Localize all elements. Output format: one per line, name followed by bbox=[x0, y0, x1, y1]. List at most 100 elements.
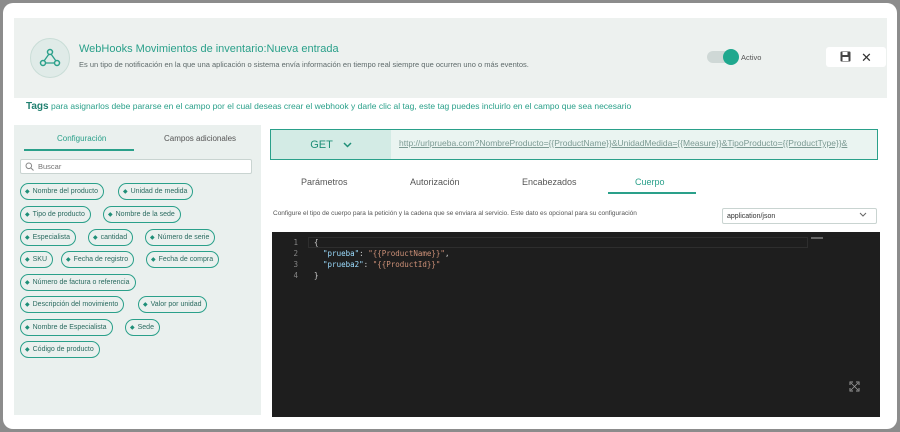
header-actions: ✕ bbox=[826, 47, 886, 67]
tags-instructions: Tags para asignarlos debe pararse en el … bbox=[26, 101, 631, 112]
tag-chip[interactable]: ◆ Sede bbox=[125, 319, 160, 336]
webhook-modal: WebHooks Movimientos de inventario:Nueva… bbox=[3, 3, 897, 429]
tag-chip[interactable]: ◆ Descripción del movimiento bbox=[20, 296, 125, 313]
tab-autorizacion[interactable]: Autorización bbox=[410, 177, 460, 187]
tag-chip[interactable]: ◆ Fecha de compra bbox=[146, 251, 220, 268]
tag-chip[interactable]: ◆ Fecha de registro bbox=[61, 251, 135, 268]
chevron-down-icon bbox=[859, 212, 867, 217]
active-toggle[interactable] bbox=[707, 49, 739, 65]
tag-chip[interactable]: ◆ Nombre del producto bbox=[20, 183, 104, 200]
tag-chip-label: Sede bbox=[137, 324, 154, 331]
line-number: 1 bbox=[293, 238, 298, 247]
tag-icon: ◆ bbox=[25, 280, 30, 286]
tag-chip-label: Valor por unidad bbox=[150, 301, 202, 308]
request-tabs: Parámetros Autorización Encabezados Cuer… bbox=[270, 173, 878, 195]
json-value: "{{ProductName}}" bbox=[368, 249, 445, 258]
tag-icon: ◆ bbox=[25, 189, 30, 195]
tag-icon: ◆ bbox=[108, 212, 113, 218]
tag-chip-label: Nombre de la sede bbox=[115, 211, 175, 218]
tag-chip[interactable]: ◆ Nombre de la sede bbox=[103, 206, 181, 223]
active-tab-indicator bbox=[24, 149, 134, 151]
tag-chip[interactable]: ◆ cantidad bbox=[88, 229, 134, 246]
url-input[interactable]: http://urlprueba.com?NombreProducto={{Pr… bbox=[399, 138, 874, 148]
tag-chip[interactable]: ◆ SKU bbox=[20, 251, 54, 268]
tag-icon: ◆ bbox=[25, 212, 30, 218]
tag-icon: ◆ bbox=[66, 257, 71, 263]
tag-chip-label: SKU bbox=[32, 256, 48, 263]
line-number: 2 bbox=[293, 249, 298, 258]
tag-icon: ◆ bbox=[151, 257, 156, 263]
tag-search bbox=[20, 159, 252, 174]
search-input[interactable] bbox=[38, 162, 238, 171]
expand-icon[interactable] bbox=[849, 381, 860, 395]
tags-label: Tags bbox=[26, 101, 49, 112]
page-subtitle: Es un tipo de notificación en la que una… bbox=[79, 60, 529, 69]
tag-icon: ◆ bbox=[130, 325, 135, 331]
tab-parametros[interactable]: Parámetros bbox=[301, 177, 348, 187]
json-key: "prueba" bbox=[323, 249, 360, 258]
tag-chip[interactable]: ◆ Nombre de Especialista bbox=[20, 319, 113, 336]
active-toggle-label: Activo bbox=[741, 53, 762, 62]
tag-chip[interactable]: ◆ Código de producto bbox=[20, 341, 100, 358]
content-type-value: application/json bbox=[727, 212, 776, 220]
save-icon[interactable] bbox=[840, 51, 851, 64]
tag-icon: ◆ bbox=[25, 347, 30, 353]
search-icon bbox=[25, 162, 34, 171]
http-method-value: GET bbox=[310, 138, 333, 151]
tag-chip[interactable]: ◆ Número de factura o referencia bbox=[20, 274, 136, 291]
tag-chip[interactable]: ◆ Especialista bbox=[20, 229, 76, 246]
tags-panel: Configuración Campos adicionales ◆Nombre… bbox=[14, 125, 261, 415]
tag-icon: ◆ bbox=[93, 235, 98, 241]
tag-chip[interactable]: ◆ Unidad de medida bbox=[118, 183, 194, 200]
json-key: "prueba2" bbox=[323, 260, 364, 269]
tag-icon: ◆ bbox=[143, 302, 148, 308]
tag-chip-label: Nombre de Especialista bbox=[32, 324, 107, 331]
tag-chip-label: cantidad bbox=[100, 234, 128, 241]
tag-icon: ◆ bbox=[25, 325, 30, 331]
tag-chip-label: Número de serie bbox=[157, 234, 210, 241]
body-config-description: Configure el tipo de cuerpo para la peti… bbox=[273, 210, 637, 217]
tag-chip-label: Nombre del producto bbox=[32, 188, 98, 195]
tag-icon: ◆ bbox=[25, 257, 30, 263]
tag-chip[interactable]: ◆ Tipo de producto bbox=[20, 206, 91, 223]
tags-instructions-text: para asignarlos debe pararse en el campo… bbox=[48, 101, 632, 111]
body-code-editor[interactable]: 1 { 2 "prueba": "{{ProductName}}", 3 "pru… bbox=[272, 232, 880, 417]
line-number: 4 bbox=[293, 271, 298, 280]
tag-icon: ◆ bbox=[123, 189, 128, 195]
tags-panel-tabs: Configuración Campos adicionales bbox=[20, 131, 255, 151]
current-line-highlight bbox=[308, 237, 808, 248]
request-url-bar: GET http://urlprueba.com?NombreProducto=… bbox=[270, 129, 878, 160]
tab-encabezados[interactable]: Encabezados bbox=[522, 177, 577, 187]
tag-icon: ◆ bbox=[25, 302, 30, 308]
tag-chip-label: Número de factura o referencia bbox=[32, 279, 130, 286]
tag-chip-label: Unidad de medida bbox=[130, 188, 188, 195]
tab-configuracion[interactable]: Configuración bbox=[57, 134, 106, 143]
modal-header: WebHooks Movimientos de inventario:Nueva… bbox=[14, 18, 887, 98]
tag-chip[interactable]: ◆ Valor por unidad bbox=[138, 296, 208, 313]
page-title: WebHooks Movimientos de inventario:Nueva… bbox=[79, 43, 339, 55]
chevron-down-icon bbox=[343, 141, 352, 148]
content-type-select[interactable]: application/json bbox=[722, 208, 877, 224]
tag-chip-label: Descripción del movimiento bbox=[32, 301, 119, 308]
code-text: "prueba2": "{{ProductId}}" bbox=[323, 260, 441, 269]
code-text: } bbox=[314, 271, 319, 280]
tab-campos-adicionales[interactable]: Campos adicionales bbox=[164, 134, 236, 143]
tag-chip-label: Fecha de compra bbox=[158, 256, 214, 263]
json-value: "{{ProductId}}" bbox=[372, 260, 441, 269]
tab-cuerpo[interactable]: Cuerpo bbox=[635, 177, 665, 187]
tag-chip-label: Código de producto bbox=[32, 346, 94, 353]
tag-icon: ◆ bbox=[150, 235, 155, 241]
line-number: 3 bbox=[293, 260, 298, 269]
tag-chip[interactable]: ◆ Número de serie bbox=[145, 229, 216, 246]
tag-icon: ◆ bbox=[25, 235, 30, 241]
toggle-knob bbox=[723, 49, 739, 65]
tag-chip-label: Especialista bbox=[32, 234, 70, 241]
webhook-logo-icon bbox=[30, 38, 70, 78]
code-text: { bbox=[314, 238, 319, 247]
close-icon[interactable]: ✕ bbox=[861, 51, 872, 64]
editor-minimap bbox=[811, 237, 823, 239]
tag-chip-label: Tipo de producto bbox=[32, 211, 85, 218]
http-method-select[interactable]: GET bbox=[271, 130, 391, 159]
active-tab-indicator bbox=[608, 192, 696, 194]
code-text: "prueba": "{{ProductName}}", bbox=[323, 249, 450, 258]
